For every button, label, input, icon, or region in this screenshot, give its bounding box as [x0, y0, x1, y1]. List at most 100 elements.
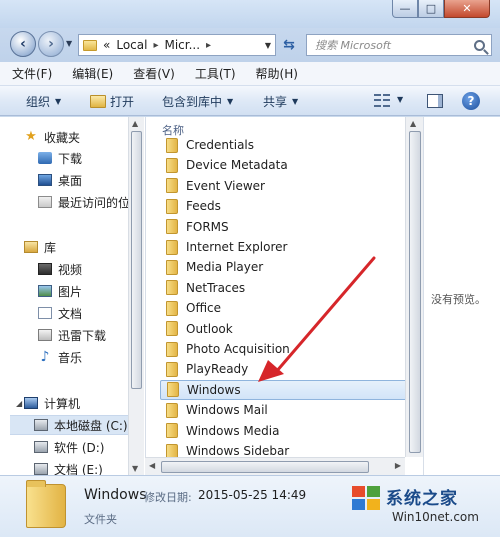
include-label: 包含到库中 [162, 94, 223, 109]
recent-pages-dropdown[interactable]: ▼ [66, 39, 72, 48]
back-button[interactable]: ‹ [10, 31, 36, 57]
address-dropdown[interactable]: ▼ [265, 41, 271, 50]
view-dropdown[interactable]: ▼ [397, 95, 403, 104]
scroll-left-icon[interactable]: ◀ [149, 461, 155, 470]
table-row[interactable]: Windows Media [160, 421, 408, 441]
modified-date-label: 修改日期: [144, 491, 192, 504]
folder-icon [166, 198, 178, 214]
open-button[interactable]: 打开 [90, 86, 134, 116]
table-row[interactable]: Device Metadata [160, 155, 408, 175]
horizontal-scrollbar[interactable]: ◀ ▶ [145, 457, 405, 475]
navigation-scrollbar[interactable]: ▲ ▼ [128, 117, 144, 475]
main-area: ★收藏夹 下载 桌面 最近访问的位 库 视频 图片 文档 迅雷下载 ♪音乐 [0, 117, 500, 475]
sidebar-item-video[interactable]: 视频 [38, 259, 128, 279]
open-folder-icon [90, 94, 106, 108]
breadcrumb-microsoft[interactable]: Micr... [164, 38, 200, 52]
sidebar-item-downloads[interactable]: 下载 [38, 148, 128, 168]
title-bar: — □ ✕ [0, 0, 500, 28]
help-icon[interactable]: ? [462, 92, 480, 110]
sidebar-item-xunlei[interactable]: 迅雷下载 [38, 325, 128, 345]
sidebar-item-pictures[interactable]: 图片 [38, 281, 128, 301]
arrow-right-icon: › [48, 36, 54, 52]
music-note-icon: ♪ [40, 349, 50, 365]
watermark-title: 系统之家 [386, 489, 458, 509]
maximize-button[interactable]: □ [418, 0, 444, 18]
table-row[interactable]: Photo Acquisition [160, 339, 408, 359]
file-name: NetTraces [186, 280, 246, 295]
menu-bar: 文件(F) 编辑(E) 查看(V) 工具(T) 帮助(H) [0, 62, 500, 86]
organize-button[interactable]: 组织 ▼ [26, 86, 61, 116]
navigation-pane: ★收藏夹 下载 桌面 最近访问的位 库 视频 图片 文档 迅雷下载 ♪音乐 [10, 117, 128, 475]
file-name: Feeds [186, 199, 221, 214]
address-bar[interactable]: « Local ▸ Micr... ▸ ▼ [78, 34, 276, 56]
computer-icon [24, 397, 38, 409]
scrollbar-thumb[interactable] [161, 461, 369, 473]
selected-item-name: Windows [84, 487, 147, 503]
breadcrumb-local[interactable]: Local [116, 38, 147, 52]
table-row[interactable]: Internet Explorer [160, 237, 408, 257]
modified-date-value: 2015-05-25 14:49 [198, 488, 307, 502]
preview-pane-icon[interactable] [427, 94, 443, 108]
refresh-button[interactable]: ⇆ [280, 36, 298, 54]
scroll-up-icon[interactable]: ▲ [410, 119, 416, 128]
scroll-down-icon[interactable]: ▼ [132, 464, 138, 473]
star-icon: ★ [25, 129, 37, 144]
file-name: Event Viewer [186, 178, 265, 193]
library-icon [24, 241, 38, 253]
scroll-up-icon[interactable]: ▲ [132, 119, 138, 128]
sidebar-item-drive-d[interactable]: 软件 (D:) [34, 437, 128, 457]
watermark: 系统之家 Win10net.com [352, 478, 498, 534]
hard-drive-icon [34, 441, 48, 453]
table-row[interactable]: Media Player [160, 257, 408, 277]
table-row[interactable]: Credentials [160, 135, 408, 155]
search-input[interactable]: 搜索 Microsoft [315, 37, 391, 53]
table-row[interactable]: PlayReady [160, 359, 408, 379]
recent-places-icon [38, 196, 52, 208]
file-list-scrollbar[interactable]: ▲ [405, 117, 423, 457]
file-name: Outlook [186, 321, 233, 336]
sidebar-item-favorites[interactable]: ★ 收藏夹 [24, 127, 128, 147]
table-row[interactable]: Event Viewer [160, 176, 408, 196]
minimize-button[interactable]: — [392, 0, 418, 18]
address-chevrons[interactable]: « [103, 38, 110, 52]
forward-button[interactable]: › [38, 31, 64, 57]
breadcrumb-separator[interactable]: ▸ [206, 40, 211, 51]
table-row[interactable]: Windows Mail [160, 400, 408, 420]
sidebar-item-documents[interactable]: 文档 [38, 303, 128, 323]
table-row[interactable]: Outlook [160, 319, 408, 339]
sidebar-item-desktop[interactable]: 桌面 [38, 170, 128, 190]
sidebar-item-computer[interactable]: ◢ 计算机 [16, 393, 128, 413]
folder-icon [166, 423, 178, 439]
search-box[interactable]: 搜索 Microsoft [306, 34, 492, 56]
breadcrumb-separator[interactable]: ▸ [153, 40, 158, 51]
address-row: ‹ › ▼ « Local ▸ Micr... ▸ ▼ ⇆ 搜索 Microso… [0, 28, 500, 62]
menu-view[interactable]: 查看(V) [133, 65, 175, 82]
hard-drive-icon [34, 463, 48, 475]
folder-icon [166, 361, 178, 377]
table-row[interactable]: Windows [160, 379, 408, 400]
download-library-icon [38, 329, 52, 341]
menu-file[interactable]: 文件(F) [12, 65, 52, 82]
scrollbar-thumb[interactable] [409, 131, 421, 453]
sidebar-item-drive-e[interactable]: 文档 (E:) [34, 459, 128, 475]
close-button[interactable]: ✕ [444, 0, 490, 18]
menu-help[interactable]: 帮助(H) [256, 65, 298, 82]
sidebar-item-music[interactable]: ♪ 音乐 [38, 347, 128, 367]
scroll-right-icon[interactable]: ▶ [395, 461, 401, 470]
sidebar-item-libraries[interactable]: 库 [24, 237, 128, 257]
sidebar-item-drive-c[interactable]: 本地磁盘 (C:) [10, 415, 128, 435]
share-button[interactable]: 共享 ▼ [263, 86, 298, 116]
menu-edit[interactable]: 编辑(E) [72, 65, 113, 82]
sidebar-item-recent[interactable]: 最近访问的位 [38, 192, 128, 212]
table-row[interactable]: Feeds [160, 196, 408, 216]
menu-tools[interactable]: 工具(T) [195, 65, 236, 82]
file-name: Media Player [186, 260, 264, 275]
view-options-icon[interactable] [374, 94, 390, 108]
table-row[interactable]: Office [160, 298, 408, 318]
arrow-left-icon: ‹ [20, 36, 26, 52]
include-in-library-button[interactable]: 包含到库中 ▼ [162, 86, 233, 116]
table-row[interactable]: FORMS [160, 217, 408, 237]
scrollbar-thumb[interactable] [131, 131, 142, 389]
file-name: Device Metadata [186, 158, 288, 173]
table-row[interactable]: NetTraces [160, 278, 408, 298]
